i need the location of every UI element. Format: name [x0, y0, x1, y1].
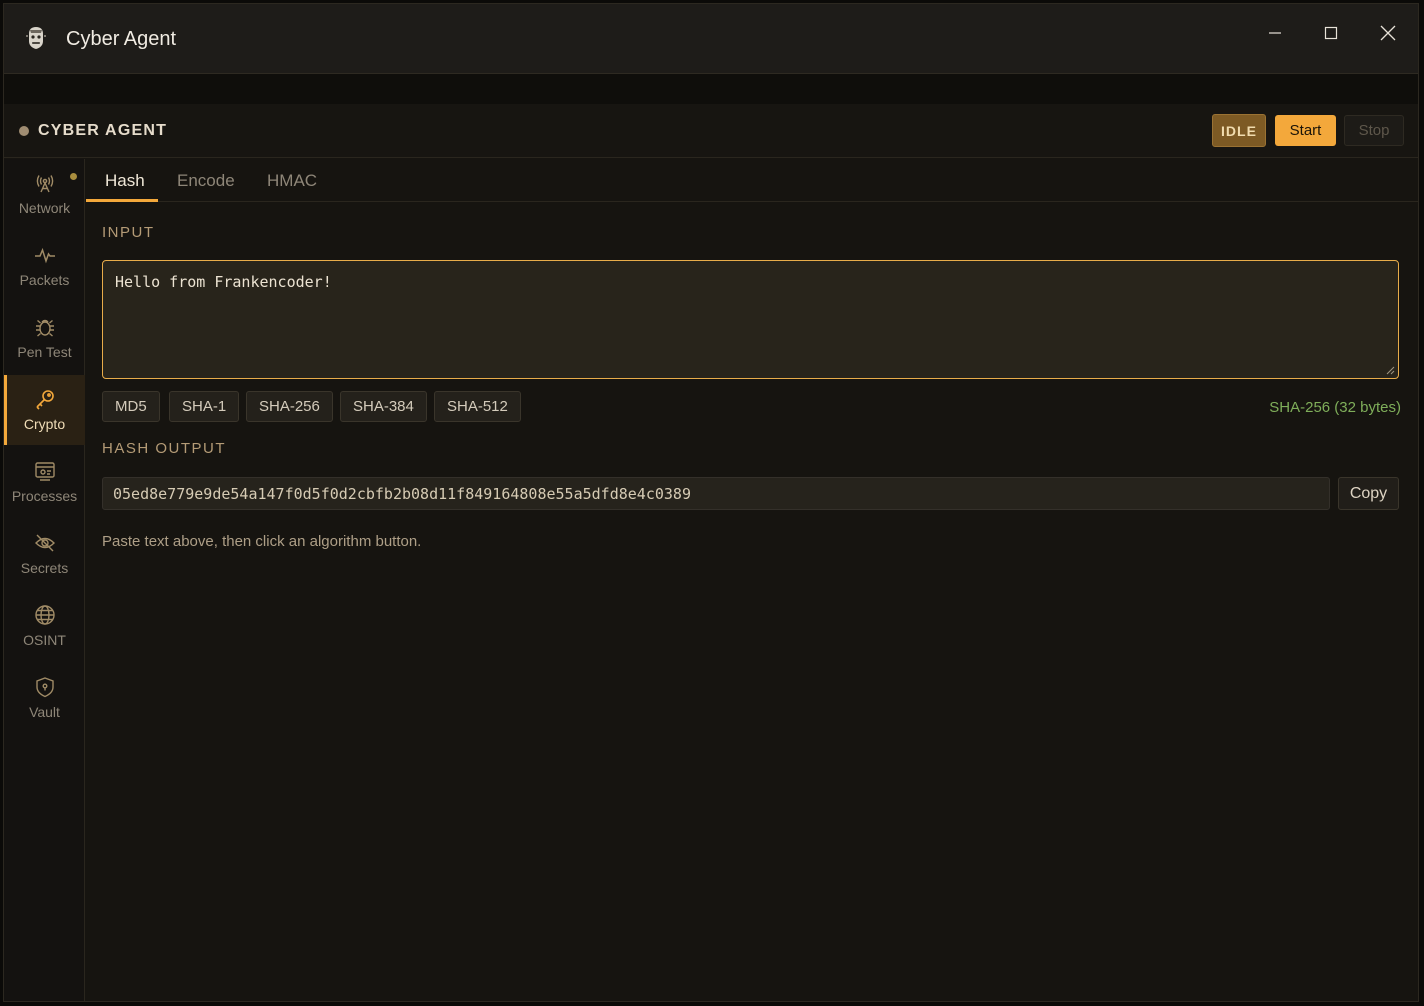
maximize-button[interactable] [1316, 18, 1346, 48]
toolbar-band [4, 74, 1418, 104]
output-label: HASH OUTPUT [102, 440, 227, 457]
hash-output-field[interactable]: 05ed8e779e9de54a147f0d5f0d2cbfb2b08d11f8… [102, 477, 1330, 510]
key-icon [35, 390, 54, 410]
sidebar-item-vault[interactable]: Vault [4, 663, 85, 733]
close-icon [1380, 25, 1396, 41]
sha1-button[interactable]: SHA-1 [169, 391, 240, 422]
input-textarea[interactable]: Hello from Frankencoder! [102, 260, 1399, 379]
globe-icon [34, 605, 55, 625]
shield-lock-icon [35, 677, 54, 698]
tab-hash[interactable]: Hash [105, 171, 145, 191]
antenna-icon [36, 175, 53, 193]
active-tab-indicator [86, 199, 158, 202]
copy-button[interactable]: Copy [1338, 477, 1399, 510]
md5-button[interactable]: MD5 [102, 391, 160, 422]
sidebar-item-processes[interactable]: Processes [4, 447, 85, 517]
stop-button[interactable]: Stop [1344, 115, 1404, 146]
sidebar-item-network[interactable]: Network [4, 159, 85, 229]
close-button[interactable] [1373, 18, 1403, 48]
sidebar-item-label: Pen Test [17, 344, 72, 360]
app-header: CYBER AGENT IDLE Start Stop [4, 104, 1418, 158]
app-window: Cyber Agent CYBER AGENT IDLE Start Stop [3, 3, 1419, 1002]
sidebar-item-label: OSINT [23, 632, 66, 648]
sidebar-item-label: Vault [29, 704, 60, 720]
maximize-icon [1324, 26, 1338, 40]
minimize-button[interactable] [1260, 18, 1290, 48]
app-logo-icon [26, 27, 46, 49]
sidebar: Network Packets Pen Test Crypto Processe… [4, 159, 85, 1001]
processes-icon [34, 462, 55, 481]
start-button[interactable]: Start [1275, 115, 1336, 146]
sha512-button[interactable]: SHA-512 [434, 391, 521, 422]
sidebar-item-pen-test[interactable]: Pen Test [4, 303, 85, 373]
tab-encode[interactable]: Encode [177, 171, 235, 191]
sha256-button[interactable]: SHA-256 [246, 391, 333, 422]
minimize-icon [1269, 32, 1281, 34]
hash-output-value: 05ed8e779e9de54a147f0d5f0d2cbfb2b08d11f8… [113, 484, 691, 503]
activity-dot [70, 173, 77, 180]
sidebar-item-secrets[interactable]: Secrets [4, 519, 85, 589]
sidebar-item-crypto[interactable]: Crypto [4, 375, 85, 445]
sha384-button[interactable]: SHA-384 [340, 391, 427, 422]
brand-title: CYBER AGENT [38, 122, 168, 139]
sidebar-item-label: Processes [11, 488, 78, 504]
eye-off-icon [34, 534, 55, 552]
sidebar-item-label: Packets [19, 272, 70, 288]
input-text: Hello from Frankencoder! [115, 273, 332, 291]
input-label: INPUT [102, 224, 155, 241]
sidebar-item-label: Network [18, 200, 71, 216]
window-title: Cyber Agent [66, 28, 177, 50]
status-dot [19, 126, 29, 136]
resize-grip-icon[interactable] [1386, 366, 1395, 375]
hint-text: Paste text above, then click an algorith… [102, 533, 422, 550]
bug-icon [35, 319, 54, 337]
sidebar-item-packets[interactable]: Packets [4, 231, 85, 301]
algorithm-status: SHA-256 (32 bytes) [1269, 399, 1401, 416]
sidebar-item-label: Crypto [23, 416, 66, 432]
pulse-icon [34, 247, 55, 264]
sidebar-item-label: Secrets [20, 560, 69, 576]
main-panel: Hash Encode HMAC INPUT Hello from Franke… [86, 159, 1418, 1001]
sidebar-item-osint[interactable]: OSINT [4, 591, 85, 661]
title-bar: Cyber Agent [4, 4, 1418, 74]
tab-bar: Hash Encode HMAC [86, 159, 1418, 202]
tab-hmac[interactable]: HMAC [267, 171, 317, 191]
status-badge: IDLE [1212, 114, 1266, 147]
